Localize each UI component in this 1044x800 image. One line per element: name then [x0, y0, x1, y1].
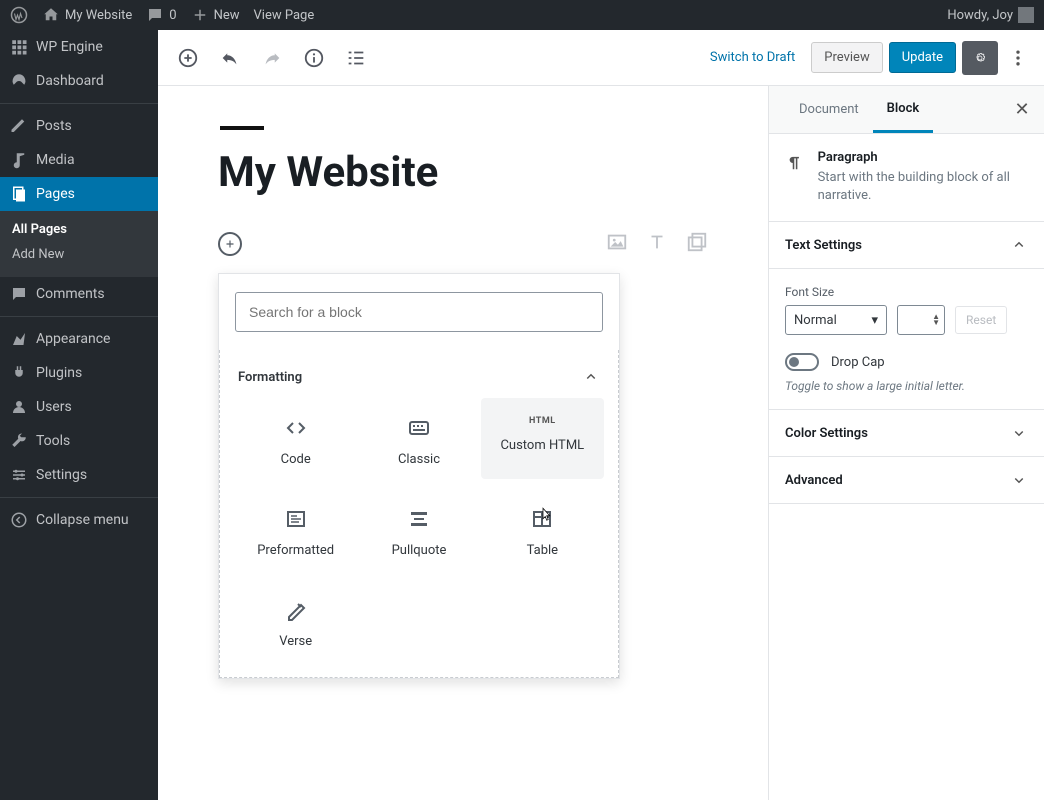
panel-text-settings-toggle[interactable]: Text Settings — [769, 222, 1044, 269]
sidebar-item-wpengine[interactable]: WP Engine — [0, 30, 158, 64]
site-name: My Website — [65, 8, 132, 23]
new-label: New — [214, 8, 240, 23]
info-icon[interactable] — [296, 40, 332, 76]
font-size-number[interactable]: ▲▼ — [897, 305, 945, 335]
sidebar-item-posts[interactable]: Posts — [0, 109, 158, 143]
sidebar-item-tools[interactable]: Tools — [0, 424, 158, 458]
html-icon: HTML — [529, 416, 556, 426]
image-hint-icon[interactable] — [606, 231, 628, 257]
pages-submenu: All Pages Add New — [0, 211, 158, 277]
title-accent — [220, 126, 264, 130]
view-page-link[interactable]: View Page — [254, 8, 315, 23]
inspector-tabs: Document Block ✕ — [769, 86, 1044, 134]
chevron-down-icon — [1010, 471, 1028, 489]
block-description: Paragraph Start with the building block … — [769, 134, 1044, 222]
panel-advanced-toggle[interactable]: Advanced — [769, 457, 1044, 504]
block-preformatted[interactable]: Preformatted — [234, 489, 357, 570]
block-classic[interactable]: Classic — [357, 398, 480, 479]
heading-hint-icon[interactable] — [646, 231, 668, 257]
editor-canvas: Switch to Draft Preview Update My Websit… — [158, 30, 1044, 800]
sidebar-item-media[interactable]: Media — [0, 143, 158, 177]
comments-count: 0 — [169, 8, 176, 23]
chevron-down-icon — [1010, 424, 1028, 442]
new-link[interactable]: New — [191, 6, 240, 24]
editor-toolbar: Switch to Draft Preview Update — [158, 30, 1044, 86]
avatar — [1018, 7, 1034, 23]
greeting[interactable]: Howdy, Joy — [947, 7, 1034, 23]
block-type-title: Paragraph — [818, 150, 1028, 165]
comments-link[interactable]: 0 — [146, 6, 176, 24]
sidebar-item-appearance[interactable]: Appearance — [0, 322, 158, 356]
sidebar-item-plugins[interactable]: Plugins — [0, 356, 158, 390]
paragraph-icon — [785, 152, 804, 174]
panel-color-settings-toggle[interactable]: Color Settings — [769, 410, 1044, 457]
undo-icon[interactable] — [212, 40, 248, 76]
sidebar-item-settings[interactable]: Settings — [0, 458, 158, 492]
chevron-up-icon — [582, 368, 600, 386]
more-menu-icon[interactable] — [1004, 48, 1032, 68]
block-pullquote[interactable]: Pullquote — [357, 489, 480, 570]
tab-document[interactable]: Document — [785, 86, 873, 133]
settings-inspector: Document Block ✕ Paragraph Start with th… — [768, 86, 1044, 800]
select-arrow-icon: ▾ — [871, 313, 878, 328]
inspector-close-icon[interactable]: ✕ — [1000, 99, 1044, 120]
submenu-all-pages[interactable]: All Pages — [0, 217, 158, 242]
sidebar-item-users[interactable]: Users — [0, 390, 158, 424]
add-block-icon[interactable] — [170, 40, 206, 76]
drop-cap-label: Drop Cap — [831, 355, 885, 370]
drop-cap-toggle[interactable] — [785, 353, 819, 371]
redo-icon[interactable] — [254, 40, 290, 76]
font-size-label: Font Size — [785, 285, 1028, 299]
sidebar-item-comments[interactable]: Comments — [0, 277, 158, 311]
block-table[interactable]: Table — [481, 489, 604, 570]
outline-icon[interactable] — [338, 40, 374, 76]
site-link[interactable]: My Website — [42, 6, 132, 24]
page-title[interactable]: My Website — [218, 148, 708, 197]
switch-draft-link[interactable]: Switch to Draft — [700, 42, 805, 73]
font-size-select[interactable]: Normal▾ — [785, 305, 887, 335]
empty-paragraph-block[interactable] — [218, 227, 708, 267]
submenu-add-new[interactable]: Add New — [0, 242, 158, 267]
block-type-desc: Start with the building block of all nar… — [818, 169, 1028, 205]
preview-button[interactable]: Preview — [811, 42, 882, 73]
block-inserter-popover: Formatting Code Classic HTMLCustom HTML … — [218, 273, 620, 679]
gallery-hint-icon[interactable] — [686, 231, 708, 257]
drop-cap-hint: Toggle to show a large initial letter. — [785, 379, 1028, 393]
admin-sidebar: WP Engine Dashboard Posts Media Pages Al… — [0, 30, 158, 800]
font-size-reset-button[interactable]: Reset — [955, 306, 1007, 334]
page-body: My Website Formatting Code Classic HTMLC… — [158, 86, 768, 800]
settings-button[interactable] — [962, 41, 998, 75]
block-search-input[interactable] — [235, 292, 603, 332]
block-custom-html[interactable]: HTMLCustom HTML — [481, 398, 604, 479]
tab-block[interactable]: Block — [873, 86, 934, 133]
inserter-panel-heading[interactable]: Formatting — [220, 362, 618, 398]
update-button[interactable]: Update — [889, 42, 956, 73]
sidebar-collapse[interactable]: Collapse menu — [0, 503, 158, 537]
panel-text-settings: Font Size Normal▾ ▲▼ Reset Drop Cap Togg… — [769, 269, 1044, 410]
block-code[interactable]: Code — [234, 398, 357, 479]
admin-toolbar: My Website 0 New View Page Howdy, Joy — [0, 0, 1044, 30]
sidebar-item-pages[interactable]: Pages — [0, 177, 158, 211]
wp-logo[interactable] — [10, 6, 28, 24]
inline-inserter-icon[interactable] — [218, 232, 242, 256]
block-verse[interactable]: Verse — [234, 580, 357, 661]
chevron-icon — [1010, 236, 1028, 254]
sidebar-item-dashboard[interactable]: Dashboard — [0, 64, 158, 98]
